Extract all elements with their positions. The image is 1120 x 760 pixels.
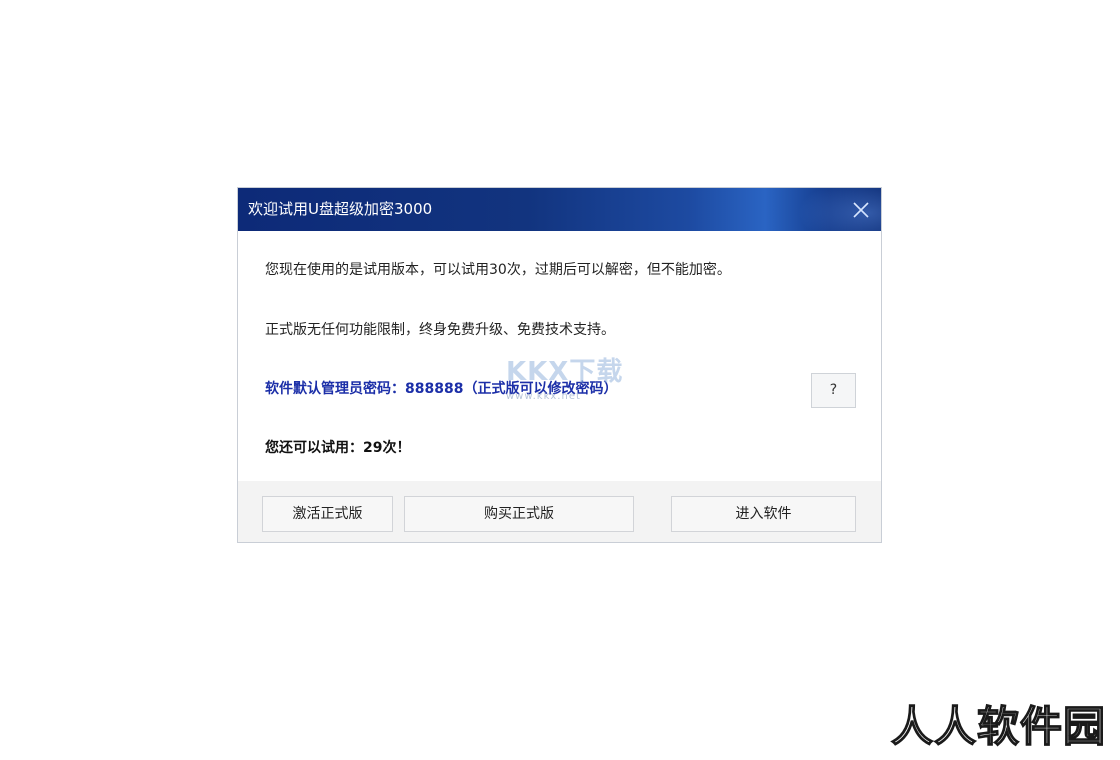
dialog-content: 您现在使用的是试用版本，可以试用30次，过期后可以解密，但不能加密。 正式版无任… — [238, 231, 881, 481]
trial-info-text: 您现在使用的是试用版本，可以试用30次，过期后可以解密，但不能加密。 — [265, 262, 731, 278]
admin-password-text: 软件默认管理员密码：888888（正式版可以修改密码） — [265, 381, 618, 397]
buy-button[interactable]: 购买正式版 — [404, 496, 634, 532]
enter-software-button[interactable]: 进入软件 — [671, 496, 856, 532]
close-icon[interactable] — [847, 196, 875, 224]
activate-button[interactable]: 激活正式版 — [262, 496, 393, 532]
dialog-title: 欢迎试用U盘超级加密3000 — [248, 200, 433, 218]
dialog-footer: 激活正式版 购买正式版 进入软件 — [238, 481, 881, 542]
trial-dialog: 欢迎试用U盘超级加密3000 您现在使用的是试用版本，可以试用30次，过期后可以… — [237, 187, 882, 543]
help-button[interactable]: ? — [811, 373, 856, 408]
full-version-info-text: 正式版无任何功能限制，终身免费升级、免费技术支持。 — [265, 322, 615, 338]
remaining-trials-text: 您还可以试用：29次！ — [265, 440, 411, 456]
corner-watermark: 人人软件园 — [890, 701, 1106, 751]
title-bar[interactable]: 欢迎试用U盘超级加密3000 — [238, 188, 881, 231]
